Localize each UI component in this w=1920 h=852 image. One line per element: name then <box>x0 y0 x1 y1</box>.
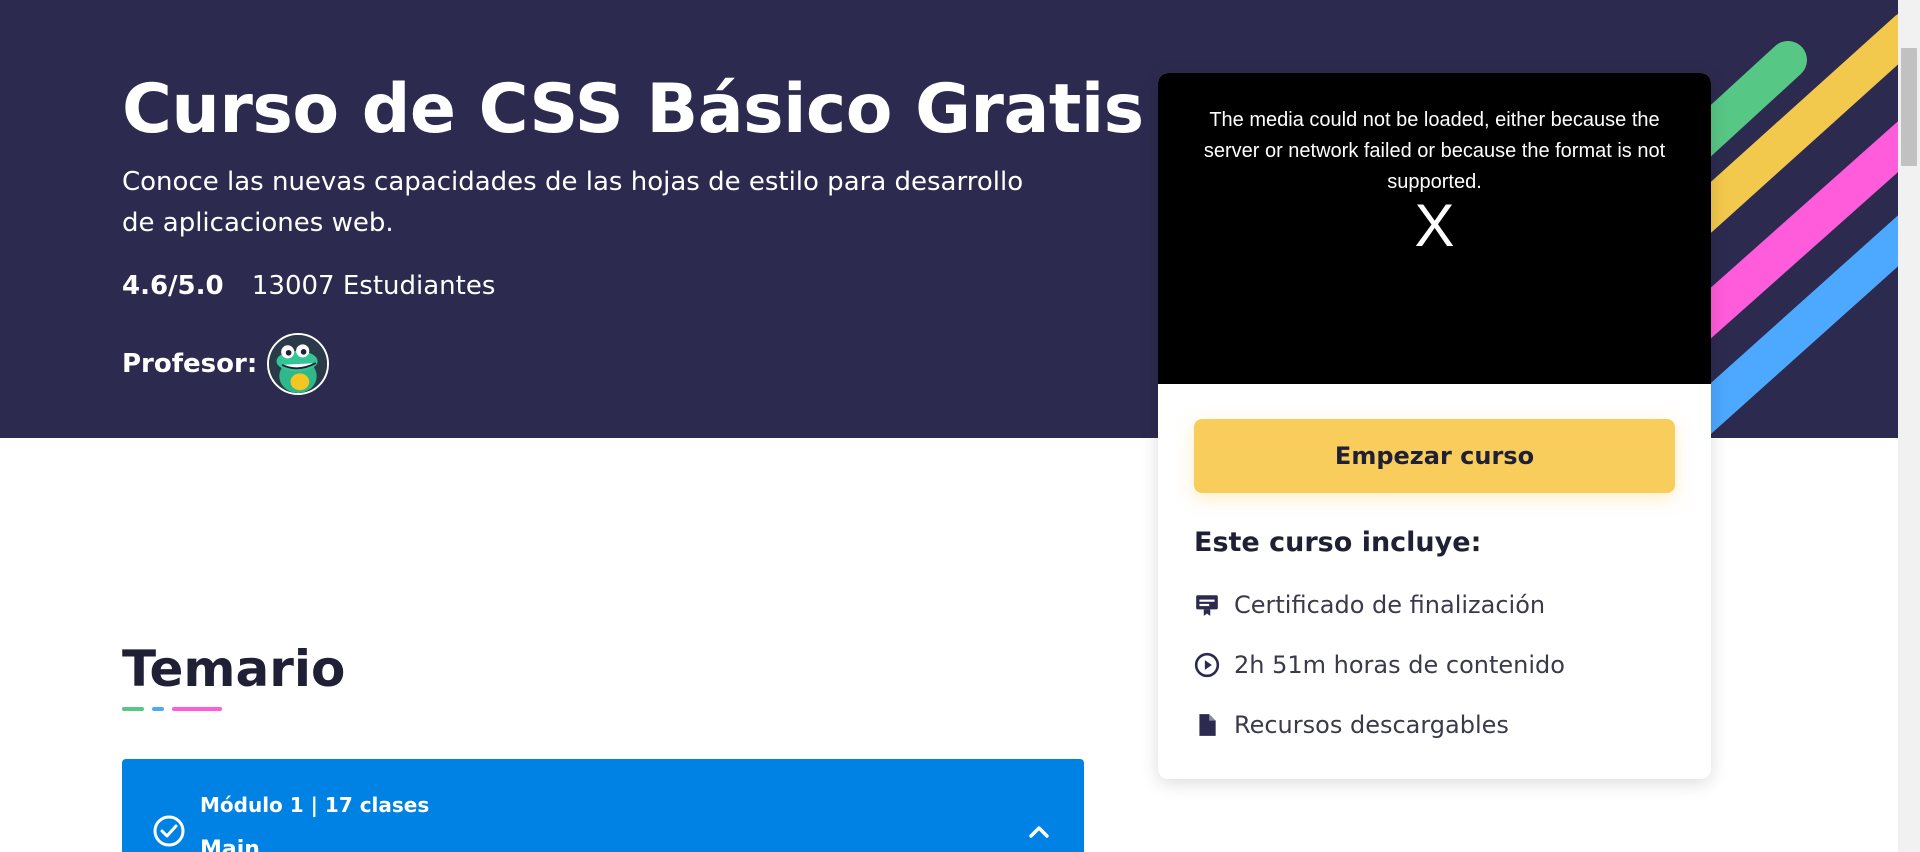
underline-segment-pink <box>172 707 222 711</box>
module-accordion-header[interactable]: Módulo 1 | 17 clases Main <box>122 759 1084 852</box>
underline-segment-green <box>122 707 144 711</box>
teacher-label: Profesor: <box>122 349 258 379</box>
includes-title: Este curso incluye: <box>1194 527 1482 558</box>
course-subtitle: Conoce las nuevas capacidades de las hoj… <box>122 167 1024 238</box>
course-rating: 4.6/5.0 <box>122 271 224 301</box>
scrollbar-thumb[interactable] <box>1901 48 1917 166</box>
video-player[interactable]: The media could not be loaded, either be… <box>1158 73 1711 384</box>
includes-item-duration: 2h 51m horas de contenido <box>1194 651 1565 679</box>
includes-item-certificate: Certificado de finalización <box>1194 591 1545 619</box>
teacher-avatar[interactable] <box>267 333 330 395</box>
module-name: Main <box>200 837 260 852</box>
includes-item-resources: Recursos descargables <box>1194 711 1509 739</box>
page-scrollbar[interactable] <box>1898 0 1920 852</box>
play-circle-icon <box>1194 652 1220 678</box>
check-circle-icon <box>153 815 185 847</box>
crocodile-mascot-icon <box>269 335 328 393</box>
underline-segment-blue <box>152 707 164 711</box>
chevron-up-icon[interactable] <box>1026 819 1052 845</box>
student-count: 13007 Estudiantes <box>251 271 496 301</box>
syllabus-title-underline <box>122 707 222 711</box>
media-error-close-icon[interactable]: X <box>1158 191 1711 260</box>
document-icon <box>1199 714 1216 736</box>
start-course-button[interactable]: Empezar curso <box>1194 419 1675 493</box>
course-card: The media could not be loaded, either be… <box>1158 73 1711 779</box>
media-error-message: The media could not be loaded, either be… <box>1203 109 1666 193</box>
includes-item-label: Certificado de finalización <box>1234 591 1546 619</box>
course-title: Curso de CSS Básico Gratis <box>122 70 1144 149</box>
syllabus-title: Temario <box>122 640 346 698</box>
teacher-row: Profesor: <box>122 333 330 395</box>
course-stats: 4.6/5.0 13007 Estudiantes <box>122 271 495 301</box>
module-meta: Módulo 1 | 17 clases <box>200 793 430 817</box>
certificate-icon <box>1196 595 1218 616</box>
includes-item-label: 2h 51m horas de contenido <box>1234 651 1565 679</box>
includes-item-label: Recursos descargables <box>1234 711 1509 739</box>
